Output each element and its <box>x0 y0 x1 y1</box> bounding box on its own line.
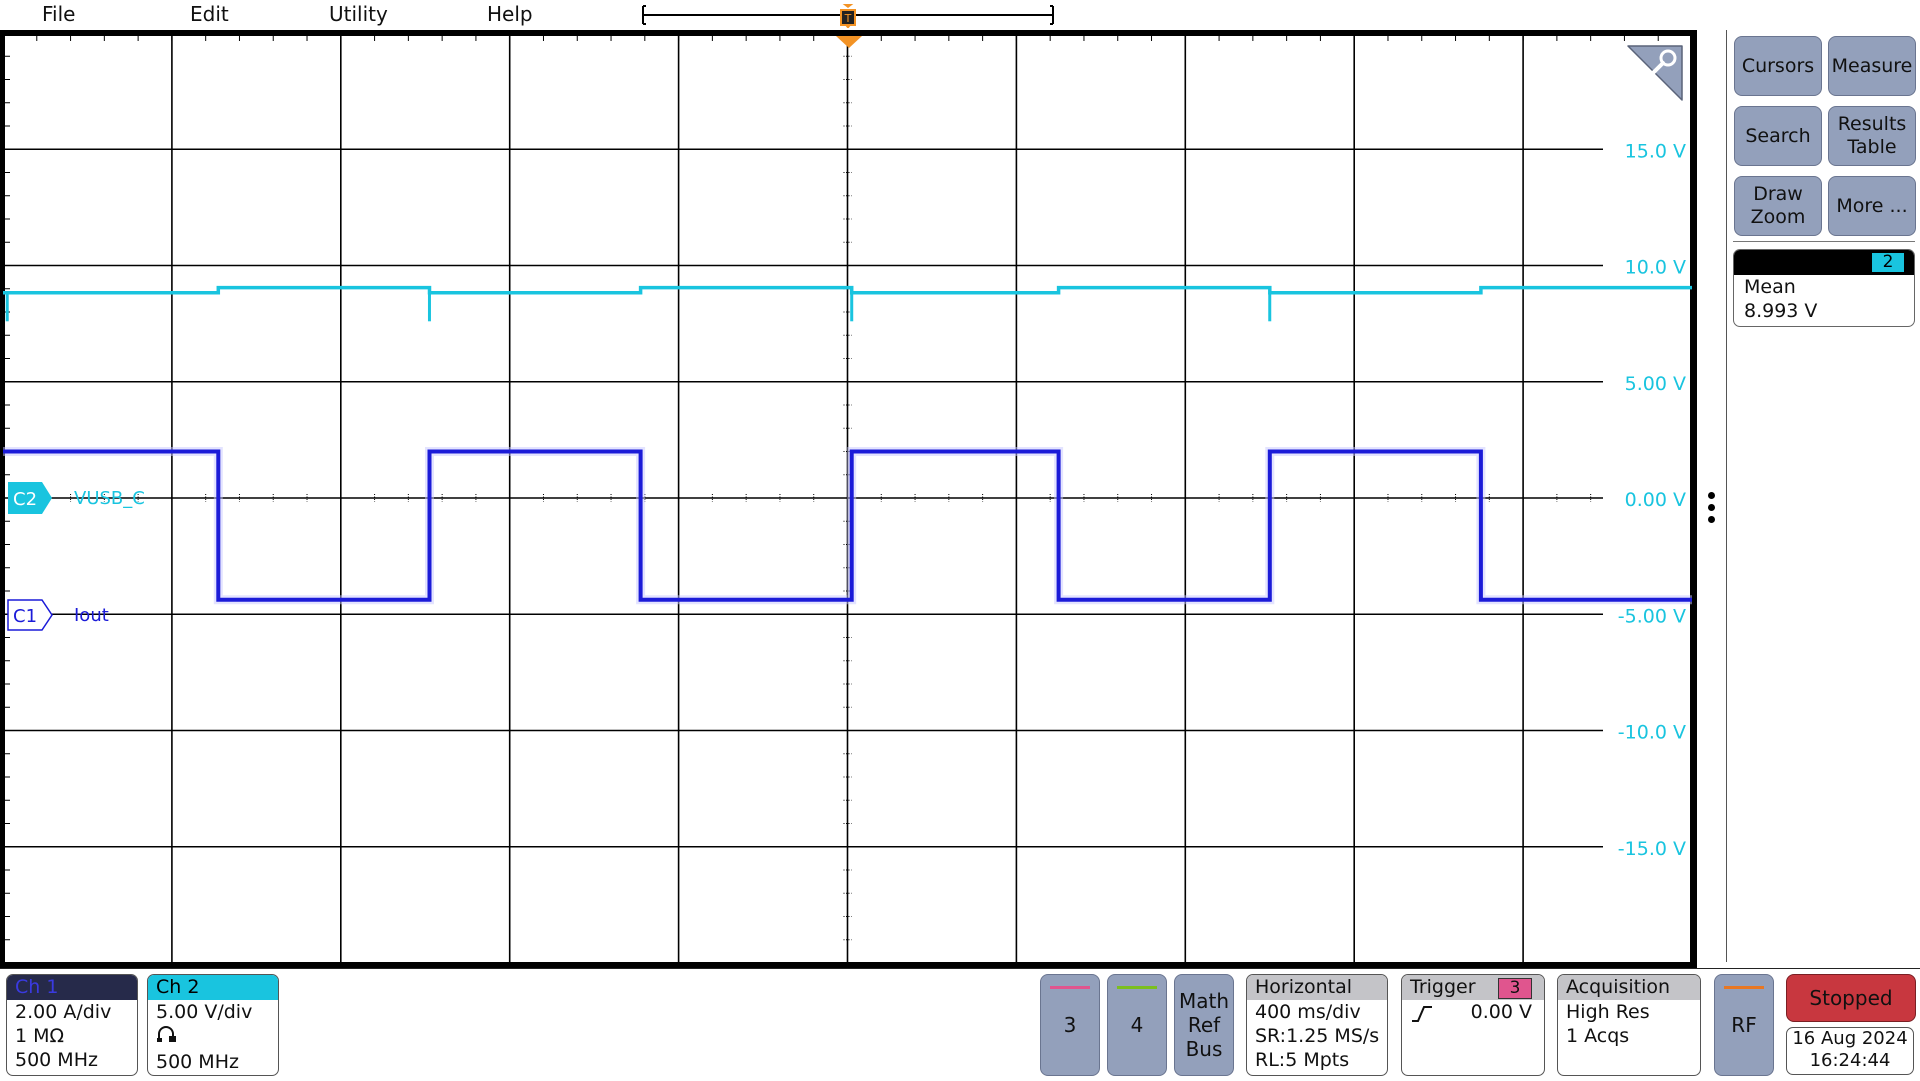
menu-utility[interactable]: Utility <box>329 2 388 26</box>
cursors-button[interactable]: Cursors <box>1734 36 1822 96</box>
menu-help[interactable]: Help <box>487 2 533 26</box>
channel-1-bandwidth: 500 MHz <box>15 1049 98 1071</box>
menu-file[interactable]: File <box>42 2 75 26</box>
math-ref-bus-button[interactable]: Math Ref Bus <box>1174 974 1234 1076</box>
measurement-source-badge: 2 <box>1872 253 1904 272</box>
y-axis-tick-label: 10.0 V <box>1625 257 1686 279</box>
sample-rate: SR:1.25 MS/s <box>1255 1025 1380 1047</box>
divider <box>1733 241 1915 242</box>
measurement-badge-mean[interactable]: 2 Mean 8.993 V <box>1733 249 1915 327</box>
channel-1-termination: 1 MΩ <box>15 1025 65 1047</box>
channel-2-scale: 5.00 V/div <box>156 1001 253 1023</box>
more-button[interactable]: More ... <box>1828 176 1916 236</box>
panel-expand-icon[interactable] <box>1707 492 1717 526</box>
trigger-badge[interactable]: Trigger 3 0.00 V <box>1401 974 1545 1076</box>
acquisition-badge[interactable]: Acquisition High Res 1 Acqs <box>1557 974 1701 1076</box>
search-button[interactable]: Search <box>1734 106 1822 166</box>
channel-2-badge[interactable]: Ch 2 5.00 V/div 500 MHz <box>147 974 279 1076</box>
side-panel: Cursors Measure Search Results Table Dra… <box>1726 30 1920 962</box>
probe-icon <box>148 1024 278 1050</box>
record-length: RL:5 Mpts <box>1255 1049 1350 1071</box>
channel-2-bandwidth: 500 MHz <box>156 1051 239 1073</box>
add-channel-3-button[interactable]: 3 <box>1040 974 1100 1076</box>
channel-2-title: Ch 2 <box>148 975 278 1000</box>
menu-edit[interactable]: Edit <box>190 2 229 26</box>
rf-button[interactable]: RF <box>1714 974 1774 1076</box>
horizontal-badge[interactable]: Horizontal 400 ms/div SR:1.25 MS/s RL:5 … <box>1246 974 1388 1076</box>
menu-bar: File Edit Utility Help T <box>0 0 1920 30</box>
svg-text:C1: C1 <box>13 606 37 627</box>
svg-text:C2: C2 <box>13 489 37 510</box>
waveform-graticule: 15.0 V 10.0 V 5.00 V 0.00 V -5.00 V -10.0 V -1… <box>2 32 1693 964</box>
run-stop-button[interactable]: Stopped <box>1786 974 1916 1022</box>
y-axis-tick-label: -5.00 V <box>1618 605 1686 627</box>
acquisition-count: 1 Acqs <box>1566 1025 1630 1047</box>
measurement-name: Mean <box>1744 276 1796 298</box>
y-axis-tick-label: -15.0 V <box>1618 838 1686 860</box>
trigger-source-badge: 3 <box>1498 978 1532 999</box>
acquisition-title: Acquisition <box>1558 975 1700 1000</box>
date-time-display: 16 Aug 2024 16:24:44 <box>1786 1027 1914 1075</box>
horizontal-scale: 400 ms/div <box>1255 1001 1361 1023</box>
svg-text:T: T <box>844 12 852 25</box>
channel-1-title: Ch 1 <box>7 975 137 1000</box>
trigger-position-marker[interactable]: T <box>840 4 856 28</box>
date-text: 16 Aug 2024 <box>1792 1028 1908 1049</box>
trigger-level: 0.00 V <box>1470 1001 1532 1023</box>
draw-zoom-button[interactable]: Draw Zoom <box>1734 176 1822 236</box>
y-axis-tick-label: 15.0 V <box>1625 140 1686 162</box>
waveform-display[interactable]: 15.0 V 10.0 V 5.00 V 0.00 V -5.00 V -10.0 V -1… <box>0 30 1697 968</box>
y-axis-tick-label: 0.00 V <box>1625 489 1686 511</box>
channel-1-scale: 2.00 A/div <box>15 1001 112 1023</box>
settings-bar: Ch 1 2.00 A/div 1 MΩ 500 MHz Ch 2 5.00 V… <box>0 968 1920 1081</box>
horizontal-title: Horizontal <box>1247 975 1387 1000</box>
trigger-title: Trigger <box>1410 976 1476 998</box>
channel-1-badge[interactable]: Ch 1 2.00 A/div 1 MΩ 500 MHz <box>6 974 138 1076</box>
measure-button[interactable]: Measure <box>1828 36 1916 96</box>
rising-edge-icon <box>1412 1005 1432 1022</box>
y-axis-tick-label: -10.0 V <box>1618 722 1686 744</box>
acquisition-mode: High Res <box>1566 1001 1650 1023</box>
channel-1-marker[interactable]: C1 <box>7 599 53 631</box>
channel-2-label: VUSB_C <box>74 488 145 509</box>
channel-1-label: Iout <box>74 605 109 626</box>
time-text: 16:24:44 <box>1809 1050 1891 1071</box>
measurement-value: 8.993 V <box>1744 300 1818 322</box>
add-channel-4-button[interactable]: 4 <box>1107 974 1167 1076</box>
y-axis-tick-label: 5.00 V <box>1625 373 1686 395</box>
results-table-button[interactable]: Results Table <box>1828 106 1916 166</box>
record-timeline[interactable]: T <box>640 4 1056 28</box>
